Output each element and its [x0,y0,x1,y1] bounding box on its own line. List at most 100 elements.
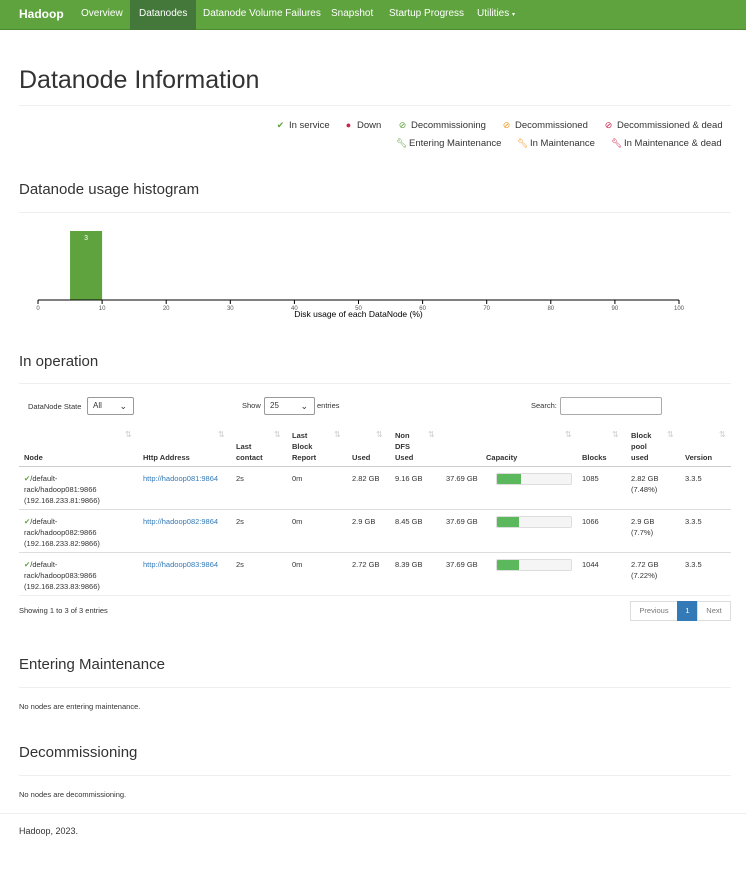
blocks: 1085 [582,474,599,483]
last-block-report: 0m [292,517,303,526]
in-operation-title: In operation [19,353,99,370]
block-pool-used-percent: (7.7%) [631,528,654,537]
header-block-pool-used[interactable]: Block pool used [631,430,661,463]
node-cell: ✔/default-rack/hadoop081:9866 (192.168.23… [24,473,100,506]
showing-entries-text: Showing 1 to 3 of 3 entries [19,606,108,615]
sort-icon[interactable]: ⇅ [667,430,674,439]
capacity-bar [496,516,572,528]
node-name-line1: /default- [30,474,58,483]
pagination-next[interactable]: Next [697,601,731,621]
row-divider [19,509,731,510]
wrench-icon: 🔧︎ [396,138,408,148]
footer-text: Hadoop, 2023. [19,826,79,836]
state-filter-label: DataNode State [28,402,82,411]
sort-icon[interactable]: ⇅ [428,430,435,439]
x-axis-label: Disk usage of each DataNode (%) [294,309,423,319]
legend-entering-maintenance: 🔧︎ Entering Maintenance [396,138,501,149]
header-http-address[interactable]: Http Address [143,452,190,463]
row-divider [19,595,731,596]
divider [19,775,731,776]
legend-decommissioned-dead: ⊘ Decommissioned & dead [604,120,723,131]
nav-overview[interactable]: Overview [72,0,132,30]
sort-icon[interactable]: ⇅ [376,430,383,439]
page-title: Datanode Information [19,66,260,94]
nav-utilities-label: Utilities [477,8,510,19]
divider [19,105,731,106]
legend-decommissioned-label: Decommissioned [515,120,588,131]
version: 3.3.5 [685,517,702,526]
nav-snapshot[interactable]: Snapshot [322,0,382,30]
sort-icon[interactable]: ⇅ [218,430,225,439]
legend-down-label: Down [357,120,382,131]
x-axis-tick-label: 80 [547,306,554,312]
header-capacity[interactable]: Capacity [486,452,517,463]
version: 3.3.5 [685,560,702,569]
header-used[interactable]: Used [352,452,370,463]
page-size-select[interactable]: 25 ⌄ [264,397,315,415]
decommissioning-title: Decommissioning [19,744,138,761]
legend-in-maintenance-label: In Maintenance [530,138,595,149]
x-axis-tick-label: 90 [612,306,619,312]
wrench-icon: 🔧︎ [517,138,529,148]
legend-decommissioning-label: Decommissioning [411,120,486,131]
legend-in-maintenance-dead: 🔧︎ In Maintenance & dead [611,138,722,149]
header-last-block-report[interactable]: Last Block Report [292,430,326,463]
node-name-line2: rack/hadoop081:9866 [24,485,97,494]
pagination-page-1[interactable]: 1 [677,601,698,621]
legend-in-service: ✔ In service [276,120,330,131]
ban-icon: ⊘ [502,120,511,130]
last-block-report: 0m [292,560,303,569]
last-contact: 2s [236,560,244,569]
header-node[interactable]: Node [24,452,43,463]
capacity: 37.69 GB [446,517,478,526]
sort-icon[interactable]: ⇅ [719,430,726,439]
node-cell: ✔/default-rack/hadoop083:9866 (192.168.23… [24,559,100,592]
sort-icon[interactable]: ⇅ [125,430,132,439]
nav-startup-progress[interactable]: Startup Progress [380,0,473,30]
sort-icon[interactable]: ⇅ [274,430,281,439]
search-input[interactable] [560,397,662,415]
chevron-down-icon: ⌄ [300,401,308,411]
block-pool-used: 2.82 GB (7.48%) [631,473,659,495]
used: 2.82 GB [352,474,380,483]
last-contact: 2s [236,474,244,483]
x-axis-tick-label: 100 [674,306,685,312]
header-non-dfs-used[interactable]: Non DFS Used [395,430,421,463]
http-address-link[interactable]: http://hadoop082:9864 [143,516,218,527]
header-blocks[interactable]: Blocks [582,452,607,463]
wrench-icon: 🔧︎ [611,138,623,148]
state-filter-select[interactable]: All ⌄ [87,397,134,415]
capacity: 37.69 GB [446,474,478,483]
nav-datanode-volume-failures[interactable]: Datanode Volume Failures [194,0,330,30]
capacity: 37.69 GB [446,560,478,569]
http-address-link[interactable]: http://hadoop081:9864 [143,473,218,484]
check-icon: ✔ [276,120,285,130]
header-version[interactable]: Version [685,452,712,463]
node-name-line2: rack/hadoop083:9866 [24,571,97,580]
block-pool-used-percent: (7.22%) [631,571,658,580]
exclamation-circle-icon: ● [345,120,352,130]
brand-logo[interactable]: Hadoop [19,0,64,30]
http-address-link[interactable]: http://hadoop083:9864 [143,559,218,570]
node-name-line3: (192.168.233.81:9866) [24,496,100,505]
divider [19,687,731,688]
node-name-line3: (192.168.233.83:9866) [24,582,100,591]
divider [19,383,731,384]
divider [19,212,731,213]
nav-datanodes[interactable]: Datanodes [130,0,197,30]
decommissioning-message: No nodes are decommissioning. [19,790,127,799]
x-axis-tick-label: 70 [483,306,490,312]
sort-icon[interactable]: ⇅ [565,430,572,439]
block-pool-used-size: 2.9 GB [631,517,655,526]
capacity-bar-fill [497,474,521,484]
header-last-contact[interactable]: Last contact [236,441,276,463]
block-pool-used-percent: (7.48%) [631,485,658,494]
entering-maintenance-title: Entering Maintenance [19,656,165,673]
used: 2.72 GB [352,560,380,569]
table-header-line [19,466,731,467]
nav-utilities[interactable]: Utilities ▾ [468,0,524,30]
sort-icon[interactable]: ⇅ [334,430,341,439]
sort-icon[interactable]: ⇅ [612,430,619,439]
pagination-previous[interactable]: Previous [630,601,678,621]
used: 2.9 GB [352,517,376,526]
